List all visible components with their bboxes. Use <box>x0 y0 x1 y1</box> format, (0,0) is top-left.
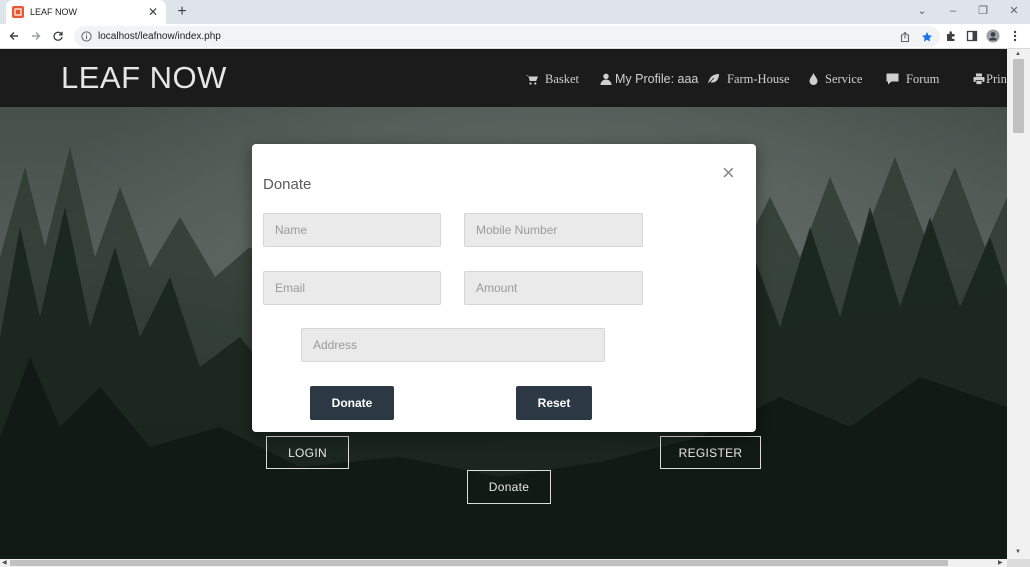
horizontal-scrollbar[interactable]: ◀ ▶ <box>0 559 1007 567</box>
nav-item-profile[interactable]: My Profile: aaa <box>600 70 698 88</box>
horizontal-scroll-thumb[interactable] <box>10 560 948 566</box>
address-field[interactable] <box>301 328 605 362</box>
register-button[interactable]: REGISTER <box>660 436 761 469</box>
nav-label-forum: Forum <box>906 71 940 86</box>
nav-item-farm-house[interactable]: Farm-House <box>707 70 790 88</box>
extensions-icon[interactable] <box>942 27 960 45</box>
amount-field[interactable] <box>464 271 643 305</box>
minimize-icon[interactable]: – <box>940 0 966 22</box>
site-brand[interactable]: LEAF NOW <box>61 60 227 96</box>
reset-button[interactable]: Reset <box>516 386 592 420</box>
modal-title: Donate <box>263 176 312 193</box>
nav-item-print[interactable]: Print <box>973 70 1007 88</box>
window-close-icon[interactable]: ✕ <box>1001 0 1027 22</box>
browser-menu-icon[interactable] <box>1006 27 1024 45</box>
address-bar[interactable]: localhost/leafnow/index.php <box>74 26 940 47</box>
nav-label-profile: My Profile: aaa <box>615 72 699 86</box>
nav-label-basket: Basket <box>545 71 580 86</box>
vertical-scroll-thumb[interactable] <box>1013 59 1024 133</box>
site-info-icon[interactable] <box>80 31 92 43</box>
nav-label-service: Service <box>825 71 863 86</box>
leaf-icon <box>707 73 720 85</box>
tab-title: LEAF NOW <box>30 7 78 17</box>
back-icon[interactable] <box>5 27 23 45</box>
page-viewport: LEAF NOW Basket My Profile: aaa Farm-Hou… <box>0 49 1007 559</box>
share-icon[interactable] <box>896 28 914 46</box>
scrollbar-corner <box>1007 559 1030 567</box>
scroll-right-icon[interactable]: ▶ <box>998 560 1003 566</box>
nav-item-basket[interactable]: Basket <box>526 70 579 88</box>
favicon-icon <box>12 6 24 18</box>
scroll-down-icon[interactable]: ▼ <box>1015 549 1021 555</box>
nav-item-forum[interactable]: Forum <box>886 70 939 88</box>
restore-icon[interactable]: ❐ <box>970 0 996 22</box>
scroll-left-icon[interactable]: ◀ <box>2 560 7 566</box>
close-icon[interactable]: × <box>722 162 735 184</box>
comment-icon <box>886 73 899 85</box>
browser-tab[interactable]: LEAF NOW ✕ <box>6 0 166 24</box>
url-text: localhost/leafnow/index.php <box>98 31 221 42</box>
print-icon <box>973 73 985 85</box>
mobile-number-field[interactable] <box>464 213 643 247</box>
reload-icon[interactable] <box>49 27 67 45</box>
drop-icon <box>809 73 818 85</box>
tab-search-icon[interactable]: ⌄ <box>909 0 935 22</box>
hero-donate-button[interactable]: Donate <box>467 470 551 504</box>
email-field[interactable] <box>263 271 441 305</box>
scroll-up-icon[interactable]: ▲ <box>1015 51 1021 57</box>
tab-close-icon[interactable]: ✕ <box>146 5 160 19</box>
side-panel-icon[interactable] <box>963 27 981 45</box>
name-field[interactable] <box>263 213 441 247</box>
new-tab-button[interactable]: + <box>172 2 192 22</box>
cart-icon <box>526 74 538 85</box>
user-icon <box>600 73 612 85</box>
browser-toolbar: localhost/leafnow/index.php <box>0 24 1030 49</box>
nav-label-farm-house: Farm-House <box>727 71 790 86</box>
nav-item-service[interactable]: Service <box>809 70 862 88</box>
donate-modal: Donate × Donate Reset <box>252 144 756 432</box>
bookmark-star-icon[interactable] <box>918 28 936 46</box>
donate-submit-button[interactable]: Donate <box>310 386 394 420</box>
site-navbar: LEAF NOW Basket My Profile: aaa Farm-Hou… <box>0 49 1007 107</box>
vertical-scrollbar[interactable]: ▲ ▼ <box>1007 49 1030 559</box>
login-button[interactable]: LOGIN <box>266 436 349 469</box>
nav-label-print: Print <box>986 71 1007 86</box>
browser-tab-bar: LEAF NOW ✕ + ⌄ – ❐ ✕ <box>0 0 1030 24</box>
profile-avatar-icon[interactable] <box>984 27 1002 45</box>
forward-icon[interactable] <box>27 27 45 45</box>
